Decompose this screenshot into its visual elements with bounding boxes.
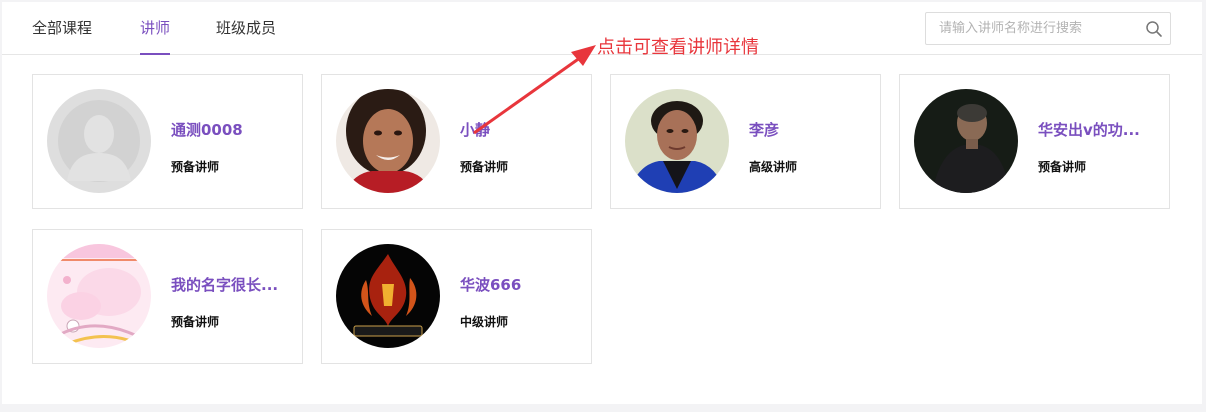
default-avatar xyxy=(47,89,151,193)
tab-teachers[interactable]: 讲师 xyxy=(140,17,171,55)
teacher-level: 高级讲师 xyxy=(749,160,798,174)
teacher-name[interactable]: 我的名字很长... xyxy=(171,274,295,295)
teacher-level: 预备讲师 xyxy=(171,315,220,329)
tab-all-courses[interactable]: 全部课程 xyxy=(32,17,92,54)
teacher-card[interactable]: 华波666 中级讲师 xyxy=(321,229,592,364)
teacher-card[interactable]: 我的名字很长... 预备讲师 xyxy=(32,229,303,364)
teacher-name[interactable]: 李彦 xyxy=(749,119,873,140)
teacher-level: 中级讲师 xyxy=(460,315,509,329)
search-box xyxy=(925,12,1171,45)
teacher-name[interactable]: 华安出v的功... xyxy=(1038,119,1162,140)
teacher-name[interactable]: 小静 xyxy=(460,119,584,140)
woman-portrait xyxy=(336,89,440,193)
teacher-card[interactable]: 华安出v的功... 预备讲师 xyxy=(899,74,1170,209)
soul-online-logo xyxy=(336,244,440,348)
monk-portrait xyxy=(914,89,1018,193)
teacher-name[interactable]: 华波666 xyxy=(460,274,584,295)
woman-portrait-blue xyxy=(625,89,729,193)
teacher-level: 预备讲师 xyxy=(460,160,509,174)
teacher-level: 预备讲师 xyxy=(171,160,220,174)
teacher-panel: 全部课程 讲师 班级成员 通测0008 预备讲师 xyxy=(2,2,1202,404)
tab-class-members[interactable]: 班级成员 xyxy=(216,17,276,54)
teacher-level: 预备讲师 xyxy=(1038,160,1087,174)
teacher-card[interactable]: 李彦 高级讲师 xyxy=(610,74,881,209)
pink-illustration xyxy=(47,244,151,348)
teacher-name[interactable]: 通测0008 xyxy=(171,119,295,140)
search-icon[interactable] xyxy=(1144,19,1164,39)
teacher-card[interactable]: 小静 预备讲师 xyxy=(321,74,592,209)
search-input[interactable] xyxy=(926,13,1149,44)
teacher-card[interactable]: 通测0008 预备讲师 xyxy=(32,74,303,209)
annotation-text: 点击可查看讲师详情 xyxy=(597,37,759,58)
